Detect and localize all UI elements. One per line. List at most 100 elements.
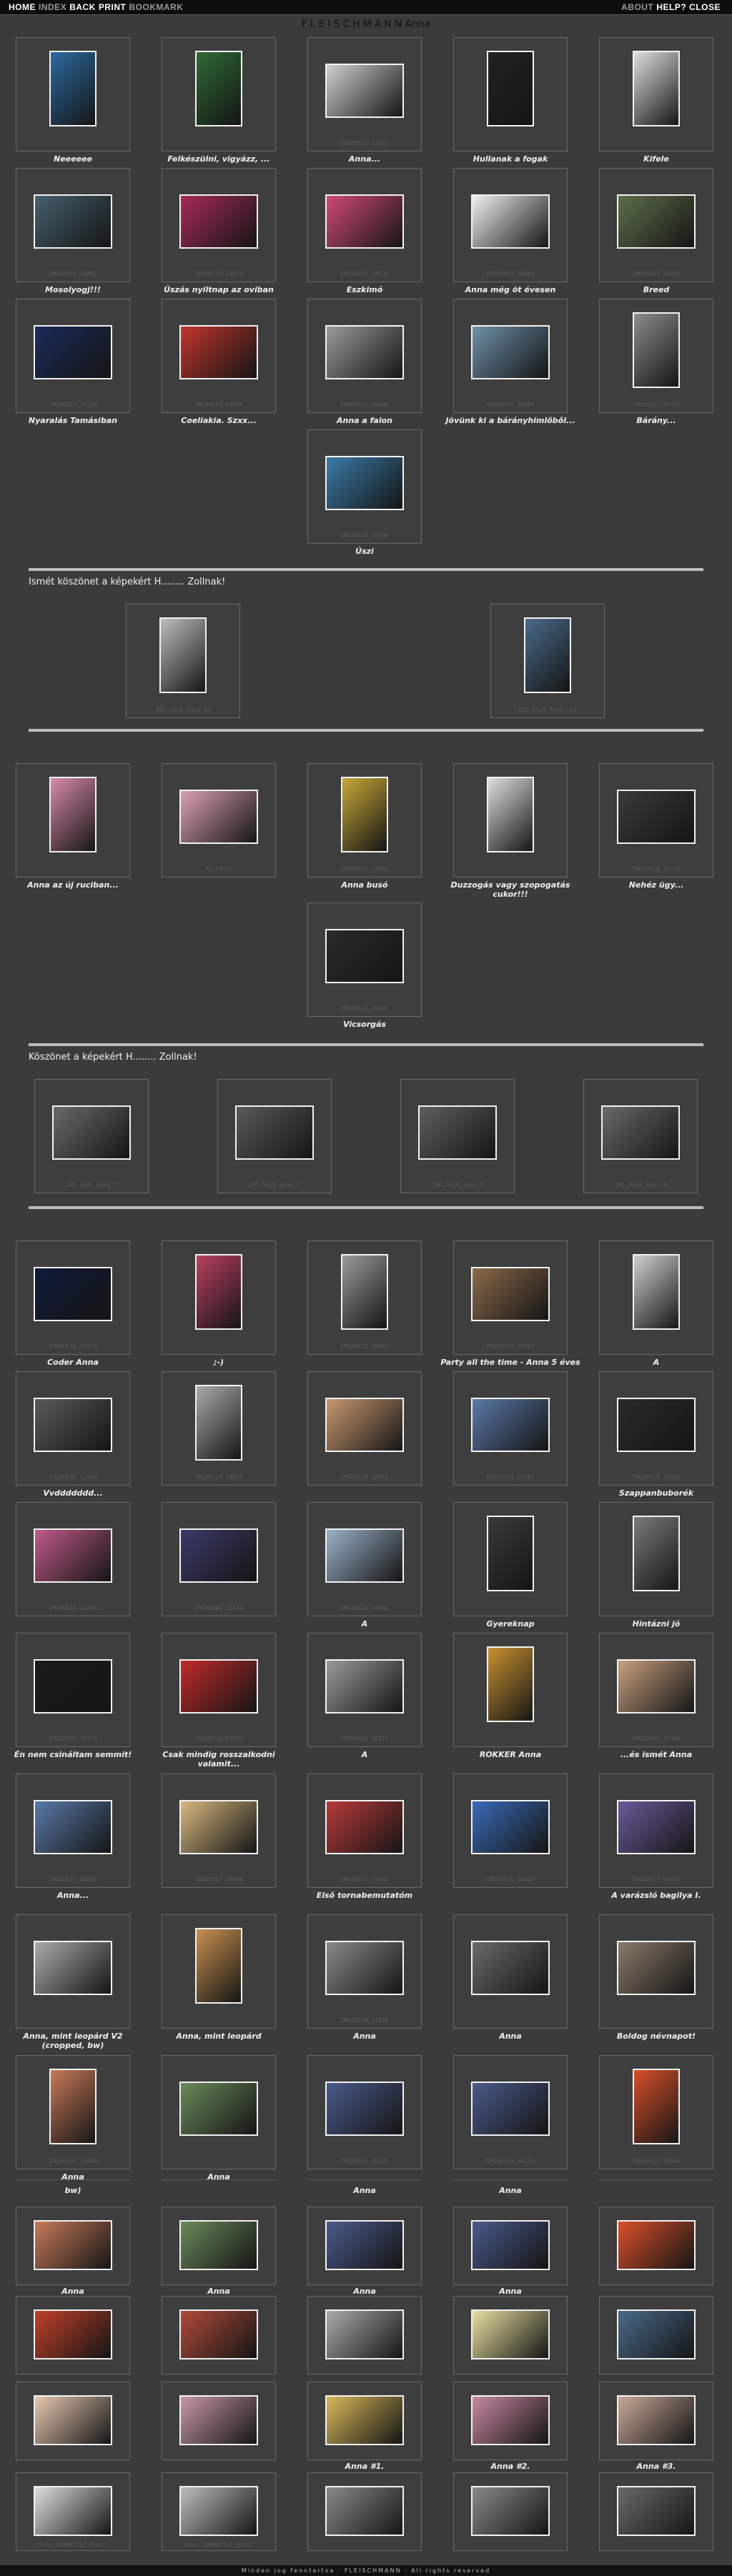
thumbnail-link[interactable]: IMG00511_00606 [307,299,422,413]
thumbnail-link[interactable] [599,1914,713,2029]
thumbnail-link[interactable] [16,2382,130,2460]
thumbnail-link[interactable] [307,2472,422,2551]
thumbnail-link[interactable] [162,2207,276,2285]
thumbnail-link[interactable]: IMG_3642_anna_1 [34,1079,149,1193]
thumbnail-link[interactable]: Anna_ZIMMATTLE_Mobil [162,2472,276,2551]
thumbnail-link[interactable]: IMG_3626_Anna_col [490,604,605,718]
thumbnail-link[interactable]: IMG00516_06887 [453,1240,568,1355]
thumbnail-image [34,1267,112,1321]
thumbnail-link[interactable] [453,2472,568,2551]
thumbnail-link[interactable]: IMG00518_08862 [307,1371,422,1486]
thumbnail-link[interactable]: IMG_3626_Anna_bw [126,604,240,718]
thumbnail-link[interactable]: IMG00510_15883 [16,2055,130,2169]
thumbnail-link[interactable] [453,37,568,151]
thumbnail-link[interactable]: PICT0033 [162,763,276,877]
thumbnail-link[interactable] [599,2296,713,2374]
thumbnail-link[interactable] [307,2296,422,2374]
thumbnail-link[interactable]: IMG00021_22585 [307,37,422,151]
thumbnail-link[interactable]: IMG00514_18006 [599,2055,713,2169]
thumbnail-link[interactable] [16,1914,130,2029]
thumbnail-link[interactable]: IMG00518_00320 [599,763,713,877]
thumbnail-filename: IMG00014_18126 [340,271,389,277]
thumbnail-link[interactable]: IMG00517_06436 [599,1774,713,1888]
thumbnail-link[interactable]: Anna_ZIMMATTLE_Mobil [16,2472,130,2551]
thumbnail-link[interactable]: IMG_3626_anna_4 [583,1079,698,1193]
thumbnail-link[interactable]: IMG00516_00408 [453,1774,568,1888]
thumbnail-link[interactable]: IMG00516_12681 [307,1914,422,2029]
thumbnail-image [617,1941,696,1995]
thumbnail-link[interactable] [162,2296,276,2374]
thumbnail-link[interactable] [162,1240,276,1355]
thumbnail-link[interactable]: IMG00014_18126 [307,168,422,282]
thumbnail-link[interactable]: IMG00510_08402 [307,1502,422,1616]
thumbnail-filename: IMG00516_00474 [194,402,243,408]
section-divider [29,1043,703,1046]
section-divider [29,568,703,571]
thumbnail-image [341,1254,388,1330]
thumbnail-link[interactable] [453,1502,568,1616]
thumbnail-link[interactable]: IMG00518_00305 [307,902,422,1017]
thumbnail-link[interactable]: IMG00516_18876 [162,168,276,282]
thumbnail-image [487,777,534,852]
thumbnail-link[interactable]: IMG00509_22440 [162,1502,276,1616]
thumbnail-link[interactable] [307,2382,422,2460]
thumbnail-link[interactable]: IMG00516_01022 [16,1240,130,1355]
thumbnail-link[interactable] [453,1633,568,1747]
thumbnail-link[interactable] [453,1914,568,2029]
thumbnail-link[interactable]: IMG00574_19226 [16,299,130,413]
thumbnail-filename: Anna_ZIMMATTLE_Mobil [184,2542,254,2548]
thumbnail-link[interactable] [599,2472,713,2551]
thumbnail-link[interactable]: IMG00519_09682 [453,1371,568,1486]
thumbnail-link[interactable] [453,763,568,877]
thumbnail-image [34,2220,112,2270]
thumbnail-link[interactable] [16,2296,130,2374]
thumbnail-link[interactable]: IMG00506_18812 [307,1633,422,1747]
thumbnail-link[interactable]: IMG00517_06690 [162,1774,276,1888]
thumbnail-link[interactable]: IMG00567_16641 [599,168,713,282]
thumbnail-link[interactable]: IMG00516_00474 [162,299,276,413]
thumbnail-link[interactable] [599,1240,713,1355]
thumbnail-link[interactable] [599,2207,713,2285]
thumbnail-link[interactable] [307,2207,422,2285]
thumbnail-link[interactable]: IMG00518_00599 [307,429,422,544]
thumbnail-link[interactable]: IMG00019_13882 [16,168,130,282]
thumbnail-link[interactable]: IMG00510_12009 [16,1502,130,1616]
thumbnail-link[interactable]: IMG00511_00477 [599,299,713,413]
thumbnail-link[interactable] [162,2055,276,2169]
thumbnail-link[interactable] [453,2382,568,2460]
thumbnail-link[interactable]: IMG00518_08621 [162,1371,276,1486]
thumbnail-link[interactable]: IMG00517_17436 [307,1774,422,1888]
thumbnail-link[interactable]: IMG00516_00407 [162,1633,276,1747]
thumbnail-link[interactable] [599,37,713,151]
thumbnail-link[interactable] [162,37,276,151]
thumbnail-link[interactable]: IMG00518_12005 [16,1371,130,1486]
thumbnail-link[interactable] [599,1502,713,1616]
thumbnail-caption: Hullanak a fogak [473,154,548,164]
thumbnail-link[interactable] [162,2382,276,2460]
thumbnail-link[interactable]: IMG00518_08601 [307,1240,422,1355]
thumbnail-link[interactable]: IMG00503_08488 [599,1633,713,1747]
thumbnail-link[interactable] [16,763,130,877]
thumbnail-link[interactable] [599,2382,713,2460]
thumbnail-link[interactable]: IMG00007_10064 [453,168,568,282]
thumbnail-caption: Anna... [348,154,381,164]
thumbnail-link[interactable]: IMG00507_08109 [307,2055,422,2169]
thumbnail-link[interactable]: IMG_3626_anna_2 [217,1079,332,1193]
thumbnail-link[interactable]: IMG00516_00606 [453,299,568,413]
thumbnail-caption: Úszi [355,547,374,556]
thumbnail-filename: IMG00510_08109 [486,2158,535,2164]
thumbnail-filename: IMG_3626_anna_4 [614,1182,667,1188]
thumbnail-filename: IMG00516_00606 [486,402,535,408]
thumbnail-link[interactable] [16,37,130,151]
thumbnail-link[interactable] [453,2296,568,2374]
thumbnail-link[interactable]: IMG00518_10686 [599,1371,713,1486]
thumbnail-link[interactable] [453,2207,568,2285]
thumbnail-link[interactable] [16,2207,130,2285]
thumbnail-link[interactable]: IMG00510_08109 [453,2055,568,2169]
thumbnail-filename: IMG00507_08109 [340,2158,389,2164]
thumbnail-link[interactable]: IMG00512_14007 [307,763,422,877]
thumbnail-link[interactable]: IMG00506_18328 [16,1633,130,1747]
thumbnail-link[interactable]: IMG00511_08885 [16,1774,130,1888]
thumbnail-link[interactable] [162,1914,276,2029]
thumbnail-link[interactable]: IMG_3626_anna_3 [400,1079,515,1193]
